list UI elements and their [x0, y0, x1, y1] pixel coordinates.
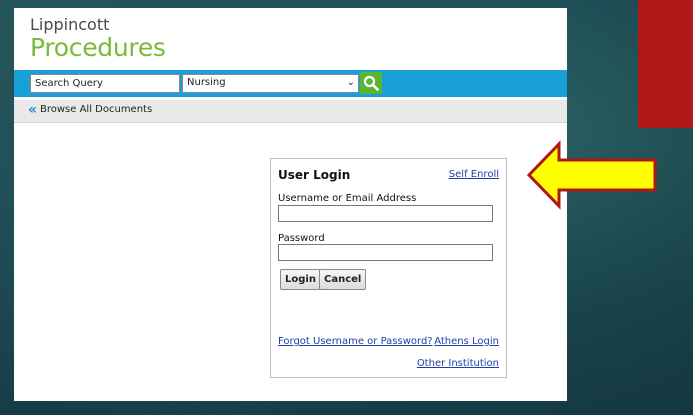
- login-button[interactable]: Login: [280, 269, 321, 290]
- password-label: Password: [278, 233, 325, 244]
- brand-line1: Lippincott: [30, 15, 110, 34]
- brand-logo: Lippincott Procedures: [30, 16, 166, 62]
- double-chevron-left-icon: «: [28, 102, 38, 118]
- browse-all-documents-link[interactable]: Browse All Documents: [40, 104, 152, 115]
- username-field[interactable]: [278, 205, 493, 222]
- forgot-credentials-link[interactable]: Forgot Username or Password?: [278, 336, 433, 347]
- self-enroll-link[interactable]: Self Enroll: [449, 169, 499, 180]
- arrow-left-icon: [526, 140, 657, 210]
- password-field[interactable]: [278, 244, 493, 261]
- browse-bar: « Browse All Documents: [14, 100, 567, 123]
- red-accent-tab: [638, 0, 693, 128]
- login-title: User Login: [278, 168, 351, 182]
- username-label: Username or Email Address: [278, 193, 417, 204]
- browser-screenshot: Lippincott Procedures Nursing ⌄ « Browse…: [14, 8, 567, 401]
- search-button[interactable]: [360, 72, 382, 94]
- brand-line2: Procedures: [30, 33, 166, 62]
- other-institution-link[interactable]: Other Institution: [417, 358, 499, 369]
- chevron-down-icon: ⌄: [346, 77, 355, 88]
- category-select[interactable]: Nursing ⌄: [182, 74, 359, 93]
- search-bar: Nursing ⌄: [14, 70, 567, 97]
- magnifier-icon: [363, 75, 379, 91]
- search-input[interactable]: [30, 74, 180, 93]
- category-select-value: Nursing: [187, 77, 226, 88]
- athens-login-link[interactable]: Athens Login: [434, 336, 499, 347]
- login-panel: User Login Self Enroll Username or Email…: [270, 158, 507, 378]
- cancel-button[interactable]: Cancel: [319, 269, 367, 290]
